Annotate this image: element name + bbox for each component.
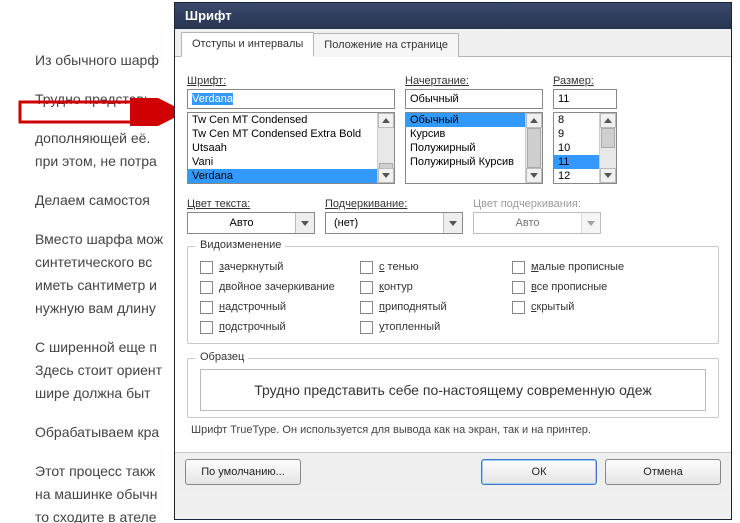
- label-text-color: Цвет текста:: [187, 198, 250, 210]
- font-dialog: Шрифт Отступы и интервалы Положение на с…: [174, 2, 732, 520]
- font-input[interactable]: Verdana: [187, 89, 395, 109]
- text-color-value: Авто: [188, 217, 295, 229]
- chevron-down-icon[interactable]: [443, 213, 462, 233]
- style-input[interactable]: Обычный: [405, 89, 543, 109]
- dialog-button-bar: По умолчанию... ОК Отмена: [175, 452, 731, 491]
- checkbox-icon[interactable]: [200, 281, 213, 294]
- underline-dropdown[interactable]: (нет): [325, 212, 463, 234]
- ok-button[interactable]: ОК: [481, 459, 597, 485]
- scroll-down-icon[interactable]: [526, 168, 542, 183]
- checkbox-icon[interactable]: [512, 301, 525, 314]
- scroll-up-icon[interactable]: [600, 113, 616, 128]
- checkbox-label: подстрочный: [219, 321, 286, 333]
- dialog-title: Шрифт: [185, 8, 232, 23]
- chevron-down-icon: [581, 213, 600, 233]
- checkbox-label: зачеркнутый: [219, 261, 283, 273]
- tab-page-position[interactable]: Положение на странице: [313, 33, 459, 57]
- scroll-up-icon[interactable]: [526, 113, 542, 128]
- checkbox-icon[interactable]: [512, 281, 525, 294]
- size-input[interactable]: 11: [553, 89, 617, 109]
- effect-checkbox[interactable]: подстрочный: [200, 317, 348, 337]
- effects-legend: Видоизменение: [196, 239, 285, 251]
- sample-legend: Образец: [196, 351, 248, 363]
- checkbox-label: двойное зачеркивание: [219, 281, 335, 293]
- scroll-up-icon[interactable]: [378, 113, 394, 128]
- checkbox-label: скрытый: [531, 301, 574, 313]
- list-item[interactable]: Курсив: [406, 127, 542, 141]
- list-item[interactable]: Verdana: [188, 169, 394, 183]
- list-item[interactable]: Полужирный Курсив: [406, 155, 542, 169]
- style-listbox[interactable]: ОбычныйКурсивПолужирныйПолужирный Курсив: [405, 112, 543, 184]
- effect-checkbox[interactable]: надстрочный: [200, 297, 348, 317]
- underline-color-value: Авто: [474, 217, 581, 229]
- dialog-titlebar[interactable]: Шрифт: [175, 3, 731, 29]
- font-info-text: Шрифт TrueType. Он используется для выво…: [187, 424, 719, 436]
- tab-strip: Отступы и интервалы Положение на страниц…: [175, 29, 731, 57]
- effect-checkbox[interactable]: зачеркнутый: [200, 257, 348, 277]
- label-underline: Подчеркивание:: [325, 198, 407, 210]
- scrollbar[interactable]: [377, 113, 394, 183]
- checkbox-label: с тенью: [379, 261, 419, 273]
- list-item[interactable]: Tw Cen MT Condensed Extra Bold: [188, 127, 394, 141]
- scroll-down-icon[interactable]: [378, 168, 394, 183]
- size-listbox[interactable]: 89101112: [553, 112, 617, 184]
- effect-checkbox[interactable]: малые прописные: [512, 257, 652, 277]
- scrollbar[interactable]: [525, 113, 542, 183]
- checkbox-icon[interactable]: [360, 281, 373, 294]
- effect-checkbox[interactable]: с тенью: [360, 257, 500, 277]
- effect-checkbox[interactable]: двойное зачеркивание: [200, 277, 348, 297]
- checkbox-label: контур: [379, 281, 413, 293]
- text-color-dropdown[interactable]: Авто: [187, 212, 315, 234]
- scroll-thumb[interactable]: [527, 128, 541, 168]
- cancel-button[interactable]: Отмена: [605, 459, 721, 485]
- checkbox-label: приподнятый: [379, 301, 447, 313]
- checkbox-icon[interactable]: [200, 301, 213, 314]
- tab-indents[interactable]: Отступы и интервалы: [181, 32, 314, 57]
- checkbox-label: утопленный: [379, 321, 440, 333]
- default-button[interactable]: По умолчанию...: [185, 459, 301, 485]
- effect-checkbox[interactable]: приподнятый: [360, 297, 500, 317]
- checkbox-icon[interactable]: [200, 321, 213, 334]
- list-item[interactable]: Tw Cen MT Condensed: [188, 113, 394, 127]
- list-item[interactable]: Полужирный: [406, 141, 542, 155]
- chevron-down-icon[interactable]: [295, 213, 314, 233]
- checkbox-icon[interactable]: [200, 261, 213, 274]
- list-item[interactable]: Обычный: [406, 113, 542, 127]
- effects-group: Видоизменение зачеркнутыйдвойное зачерки…: [187, 246, 719, 344]
- label-underline-color: Цвет подчеркивания:: [473, 198, 581, 210]
- effect-checkbox[interactable]: все прописные: [512, 277, 652, 297]
- list-item[interactable]: Utsaah: [188, 141, 394, 155]
- sample-preview: Трудно представить себе по-настоящему со…: [200, 369, 706, 411]
- checkbox-icon[interactable]: [360, 301, 373, 314]
- label-style: Начертание:: [405, 75, 469, 87]
- sample-group: Образец Трудно представить себе по-насто…: [187, 358, 719, 418]
- scroll-thumb[interactable]: [601, 128, 615, 148]
- underline-value: (нет): [326, 217, 443, 229]
- checkbox-label: надстрочный: [219, 301, 286, 313]
- checkbox-label: все прописные: [531, 281, 607, 293]
- checkbox-icon[interactable]: [512, 261, 525, 274]
- list-item[interactable]: Vani: [188, 155, 394, 169]
- effect-checkbox[interactable]: утопленный: [360, 317, 500, 337]
- scroll-down-icon[interactable]: [600, 168, 616, 183]
- label-size: Размер:: [553, 75, 594, 87]
- checkbox-label: малые прописные: [531, 261, 624, 273]
- checkbox-icon[interactable]: [360, 321, 373, 334]
- font-listbox[interactable]: Tw Cen MT CondensedTw Cen MT Condensed E…: [187, 112, 395, 184]
- scrollbar[interactable]: [599, 113, 616, 183]
- effect-checkbox[interactable]: контур: [360, 277, 500, 297]
- effect-checkbox[interactable]: скрытый: [512, 297, 652, 317]
- checkbox-icon[interactable]: [360, 261, 373, 274]
- label-font: Шрифт:: [187, 75, 226, 87]
- underline-color-dropdown: Авто: [473, 212, 601, 234]
- tab-panel: Шрифт: Verdana Tw Cen MT CondensedTw Cen…: [175, 57, 731, 452]
